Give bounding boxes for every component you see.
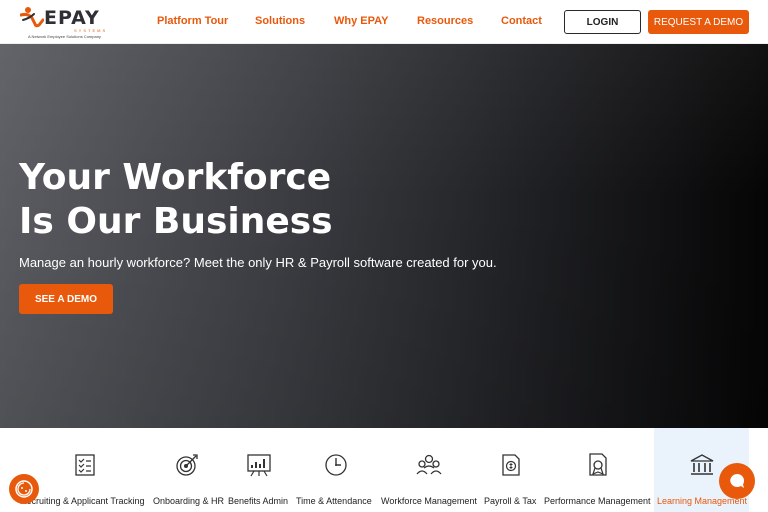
hero-title: Your Workforce Is Our Business — [19, 156, 333, 244]
hero-subtitle: Manage an hourly workforce? Meet the onl… — [19, 255, 497, 270]
feature-label: Performance Management — [544, 496, 651, 506]
feature-strip: Recruiting & Applicant Tracking Onboardi… — [0, 428, 768, 512]
target-icon — [176, 454, 198, 476]
institution-icon — [690, 454, 714, 475]
nav-platform-tour[interactable]: Platform Tour — [157, 14, 228, 28]
feature-performance-management[interactable]: Performance Management — [542, 428, 654, 512]
feature-workforce-management[interactable]: Workforce Management — [378, 428, 480, 512]
nav-solutions[interactable]: Solutions — [255, 14, 305, 28]
site-header: EPAY SYSTEMS A Network Employee Solution… — [0, 0, 768, 44]
feature-label: Onboarding & HR — [153, 496, 225, 506]
feature-label: Time & Attendance — [296, 496, 372, 506]
nav-contact[interactable]: Contact — [501, 14, 542, 28]
feature-label: Payroll & Tax — [484, 496, 537, 506]
feature-label: Benefits Admin — [228, 496, 289, 506]
checklist-icon — [75, 454, 95, 476]
login-button[interactable]: LOGIN — [564, 10, 641, 34]
feature-time-attendance[interactable]: Time & Attendance — [292, 428, 378, 512]
feature-payroll-tax[interactable]: Payroll & Tax — [480, 428, 542, 512]
cookie-settings-button[interactable] — [9, 474, 39, 504]
cookie-settings-icon — [15, 480, 33, 498]
chart-board-icon — [247, 454, 271, 477]
payroll-document-icon — [502, 454, 520, 476]
hero-section: Your Workforce Is Our Business Manage an… — [0, 44, 768, 428]
request-demo-button[interactable]: REQUEST A DEMO — [648, 10, 749, 34]
feature-benefits[interactable]: Benefits Admin — [226, 428, 292, 512]
people-group-icon — [416, 454, 442, 475]
nav-resources[interactable]: Resources — [417, 14, 473, 28]
hero-title-line-2: Is Our Business — [19, 201, 333, 242]
certificate-icon — [589, 453, 607, 476]
see-demo-button[interactable]: SEE A DEMO — [19, 284, 113, 314]
main-nav: Platform Tour Solutions Why EPAY Resourc… — [0, 0, 768, 44]
chat-bubble-icon — [730, 473, 745, 488]
chat-widget-button[interactable] — [719, 463, 755, 499]
feature-label: Recruiting & Applicant Tracking — [20, 496, 145, 506]
nav-why-epay[interactable]: Why EPAY — [334, 14, 388, 28]
clock-icon — [325, 454, 347, 476]
hero-title-line-1: Your Workforce — [19, 157, 332, 198]
feature-label: Workforce Management — [381, 496, 477, 506]
feature-onboarding[interactable]: Onboarding & HR — [150, 428, 226, 512]
